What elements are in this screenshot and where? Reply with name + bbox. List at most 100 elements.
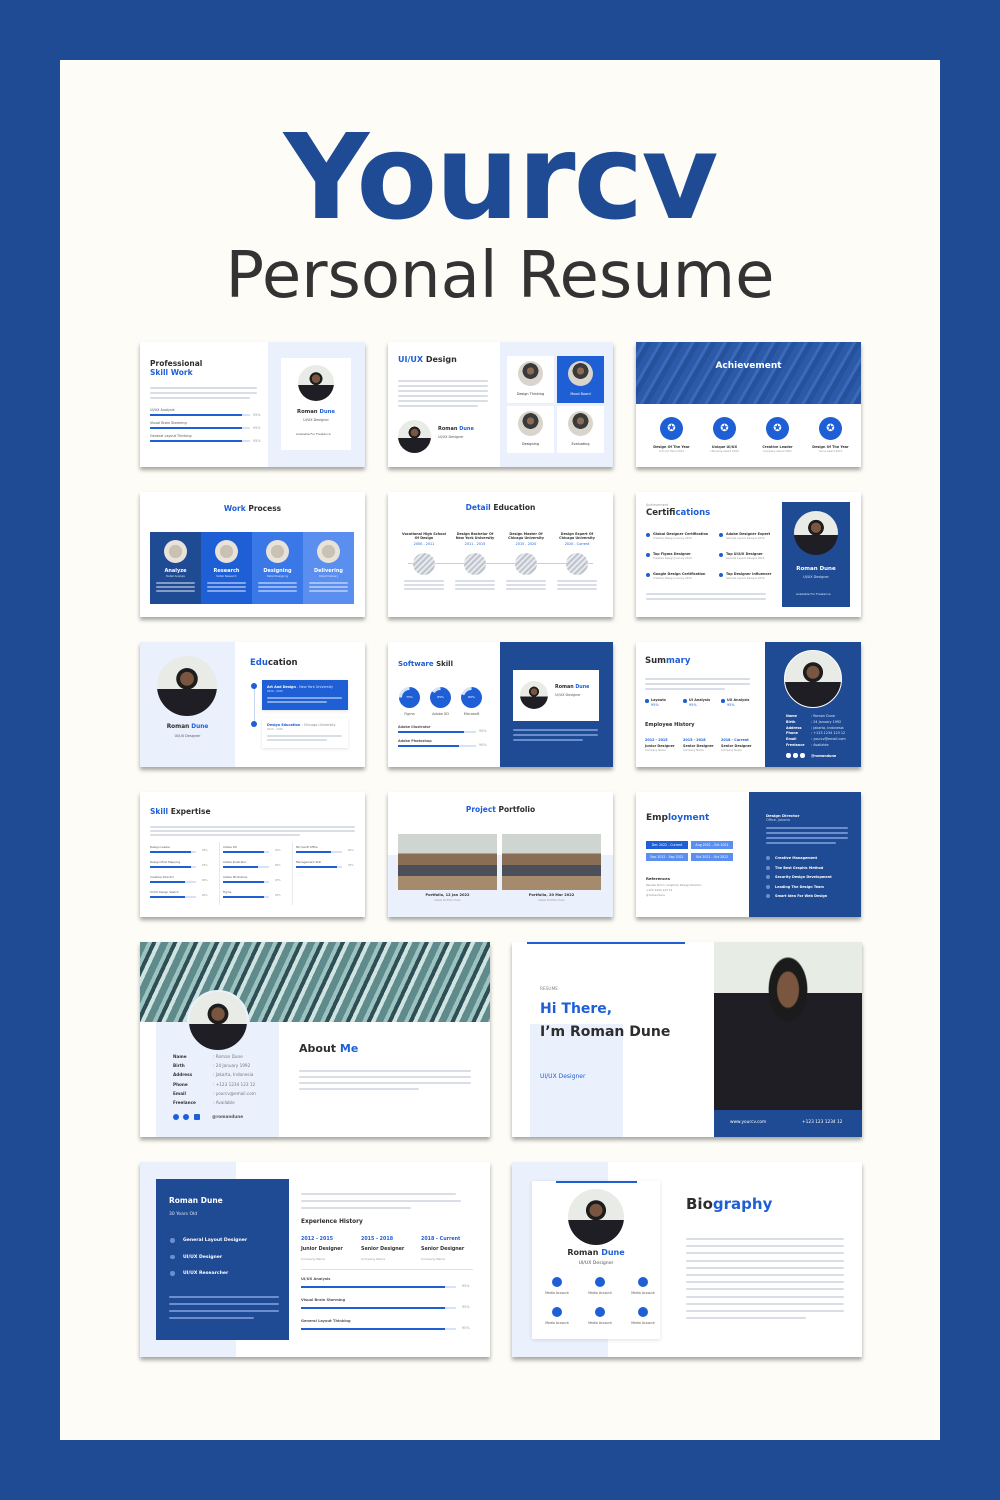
slide-uiux-design[interactable]: UI/UX Design Roman Dune UI/UX Designer D… [388,342,613,467]
tile-design-thinking[interactable]: Design Thinking [507,356,554,403]
bullet-icon [719,573,723,577]
last-name: Dune [191,724,209,730]
placeholder-text [455,584,495,586]
history-role: Junior Designer [301,1247,343,1252]
status: Available For Freelance [296,432,331,436]
hero-name: I’m Roman Dune [540,1024,671,1040]
profile-name: Roman Dune [169,1196,223,1205]
kicker: Achievement [646,503,669,507]
bullet-label: Security Design Development [775,875,832,879]
tile-label: Design Thinking [516,392,545,396]
skill-ring: 85% [430,687,451,708]
slide-hero[interactable]: RESUME Hi There, I’m Roman Dune UI/UX De… [512,942,862,1137]
linkedin-icon[interactable] [638,1277,648,1287]
achievement-label: Creative Leader [762,445,793,449]
bullet-icon [646,553,650,557]
slide-skill-expertise[interactable]: Skill Expertise Design Leader 95% Design M… [140,792,365,917]
slide-about-me[interactable]: Name: Roman Dune Birth: 24 January 1992 Ad… [140,942,490,1137]
history-role: Senior Designer [721,744,752,748]
twitter-icon[interactable] [786,753,791,758]
education-years: 2010 - 2015 [267,690,283,693]
slide-project-portfolio[interactable]: Project Portfolio Portfolio, 12 Jan 2022… [388,792,613,917]
messenger-icon[interactable] [638,1307,648,1317]
biography-text-line [686,1295,844,1298]
instagram-icon[interactable] [552,1307,562,1317]
social-handle[interactable]: @romandune [212,1114,243,1119]
tile-mood-board[interactable]: Mood Board [557,356,604,403]
skill-label: UI Analysis [689,698,711,702]
education-photo [413,553,435,575]
info-value: : +123 1234 123 12 [811,731,846,736]
info-value: : Jakarta, Indonesia [811,725,844,730]
slide-software-skill[interactable]: Software Skill 75% Figma 85% Adobe XD 80% Mic… [388,642,613,767]
title-accent: Skill [150,807,169,816]
title-main: Skill [433,660,453,668]
history-years: 2015 - 2018 [361,1237,394,1242]
step-label: Delivering [314,568,343,574]
facebook-icon[interactable] [793,753,798,758]
skill-label: UI/UX Analysis [150,408,175,412]
profile-card: Roman Dune UI/UX Designer Available For … [281,358,351,450]
slide-education[interactable]: Roman Dune UI/UX Designer Education Art … [140,642,365,767]
info-value: : Jakarta, Indonesia [213,1072,254,1078]
step-delivering: Delivering Detail Delivery [303,532,354,604]
skill-value: 95% [253,438,261,443]
cert-sub: Creative Design Journey 2019 [653,537,692,540]
slide-biography[interactable]: Roman Dune UI/UX Designer Media Account M… [512,1162,862,1357]
placeholder-text [156,590,195,592]
period-badge[interactable]: Oct 2021 - Oct 2022 [691,853,733,861]
slide-work-process[interactable]: Work Process Analyze Detail Analyze Resear… [140,492,365,617]
role: UI/UX Designer [803,575,829,579]
biography-text-line [686,1259,844,1262]
achievement-sub: Lacus Award 2021 [818,450,843,453]
info-key: Freelance [173,1100,196,1105]
title-accent: Edu [250,658,268,668]
step-sub: Detail Delivery [318,575,339,578]
portfolio-photo[interactable] [398,834,497,890]
slide-certifications[interactable]: Achievement Certifications Global Design… [636,492,861,617]
placeholder-text [207,586,246,588]
avatar [794,511,838,555]
social-handle[interactable]: @romandune [811,754,836,758]
portfolio-photo[interactable] [502,834,601,890]
step-photo [266,540,289,563]
tile-designing[interactable]: Designing [507,406,554,453]
info-key: Email [786,737,797,742]
history-company: Company Name [645,749,666,752]
slide-professional-skill[interactable]: Professional Skill Work UI/UX Analysis 95… [140,342,365,467]
education-title: Design Education - Chicago University [267,723,336,727]
facebook-icon[interactable] [595,1277,605,1287]
cert-sub: Creative Design Journey 2019 [653,577,692,580]
linkedin-icon[interactable] [194,1114,200,1120]
tile-photo [518,411,543,436]
step-designing: Designing Detail Designing [252,532,303,604]
slide-profile-experience[interactable]: Roman Dune 30 Years Old General Layout D… [140,1162,490,1357]
period-badge[interactable]: Sep 2012 - Sep 2021 [646,853,688,861]
info-value: : +123 1234 123 12 [213,1081,256,1087]
cert-label: Adobe Designer Expert [726,532,771,536]
biography-text-line [686,1245,844,1248]
title-main: Emp [646,813,668,823]
twitter-icon[interactable] [552,1277,562,1287]
period-badge[interactable]: Dec 2022 - Current [646,841,688,849]
ring-label: Figma [404,712,415,716]
tile-photo [518,361,543,386]
linkedin-icon[interactable] [800,753,805,758]
website-link[interactable]: www.yourcv.com [730,1120,766,1125]
step-sub: Detail Designing [266,575,289,578]
twitter-icon[interactable] [173,1114,179,1120]
slide-detail-education[interactable]: Detail Education Vocational High School … [388,492,613,617]
placeholder-text [207,590,246,592]
tile-evaluating[interactable]: Evaluating [557,406,604,453]
slide-summary[interactable]: Summary Layouts 95% UI Analysis 95% UX Analy… [636,642,861,767]
phone-number: +123 123 1234 12 [802,1120,843,1125]
slide-employment[interactable]: Employment Dec 2022 - Current Aug 2021 - … [636,792,861,917]
bullet-icon [766,894,770,898]
slide-achievement[interactable]: Achievement ✪ Design Of The Year Lid Lind … [636,342,861,467]
step-label: Research [213,568,240,574]
role: UI/UX Designer [555,693,581,697]
linkedin-icon[interactable] [595,1307,605,1317]
facebook-icon[interactable] [183,1114,189,1120]
role: UI/UX Designer [438,435,464,439]
period-badge[interactable]: Aug 2021 - Oct 2021 [691,841,733,849]
